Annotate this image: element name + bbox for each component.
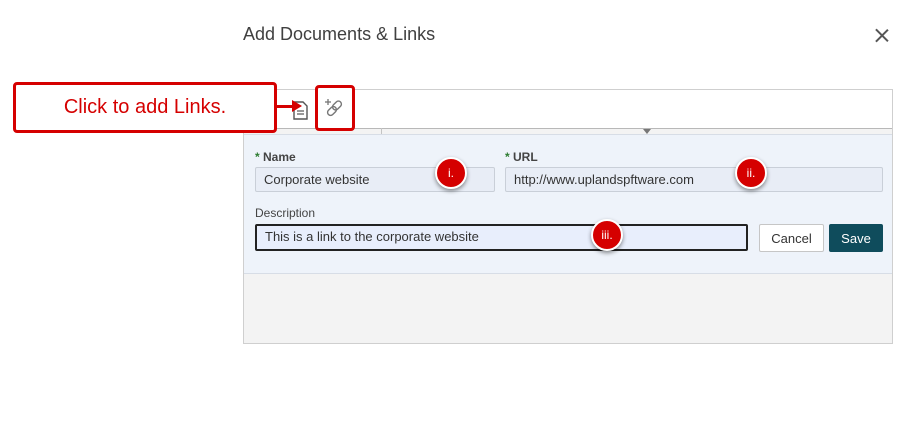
description-label: Description — [255, 206, 316, 220]
callout-arrow-head — [292, 100, 302, 112]
dialog-title: Add Documents & Links — [243, 24, 436, 44]
save-button[interactable]: Save — [829, 224, 883, 252]
url-field[interactable]: http://www.uplandspftware.com — [505, 167, 883, 192]
add-link-icon — [325, 99, 343, 117]
required-mark: * — [255, 150, 260, 164]
annotation-badge-url: ii. — [735, 157, 767, 189]
add-link-form: * Name Corporate website * URL http://ww… — [244, 134, 892, 274]
documents-panel: * Name Corporate website * URL http://ww… — [243, 85, 893, 344]
url-label-text: URL — [513, 150, 538, 164]
annotation-badge-name: i. — [435, 157, 467, 189]
callout-box: Click to add Links. — [13, 82, 277, 133]
url-label: * URL — [505, 150, 538, 164]
required-mark: * — [505, 150, 510, 164]
toolbar — [244, 85, 892, 131]
add-link-button[interactable] — [315, 85, 355, 131]
name-label-text: Name — [263, 150, 296, 164]
description-field[interactable]: This is a link to the corporate website — [255, 224, 748, 251]
annotation-badge-description: iii. — [591, 219, 623, 251]
close-icon[interactable] — [872, 26, 892, 46]
cancel-button[interactable]: Cancel — [759, 224, 824, 252]
name-label: * Name — [255, 150, 296, 164]
